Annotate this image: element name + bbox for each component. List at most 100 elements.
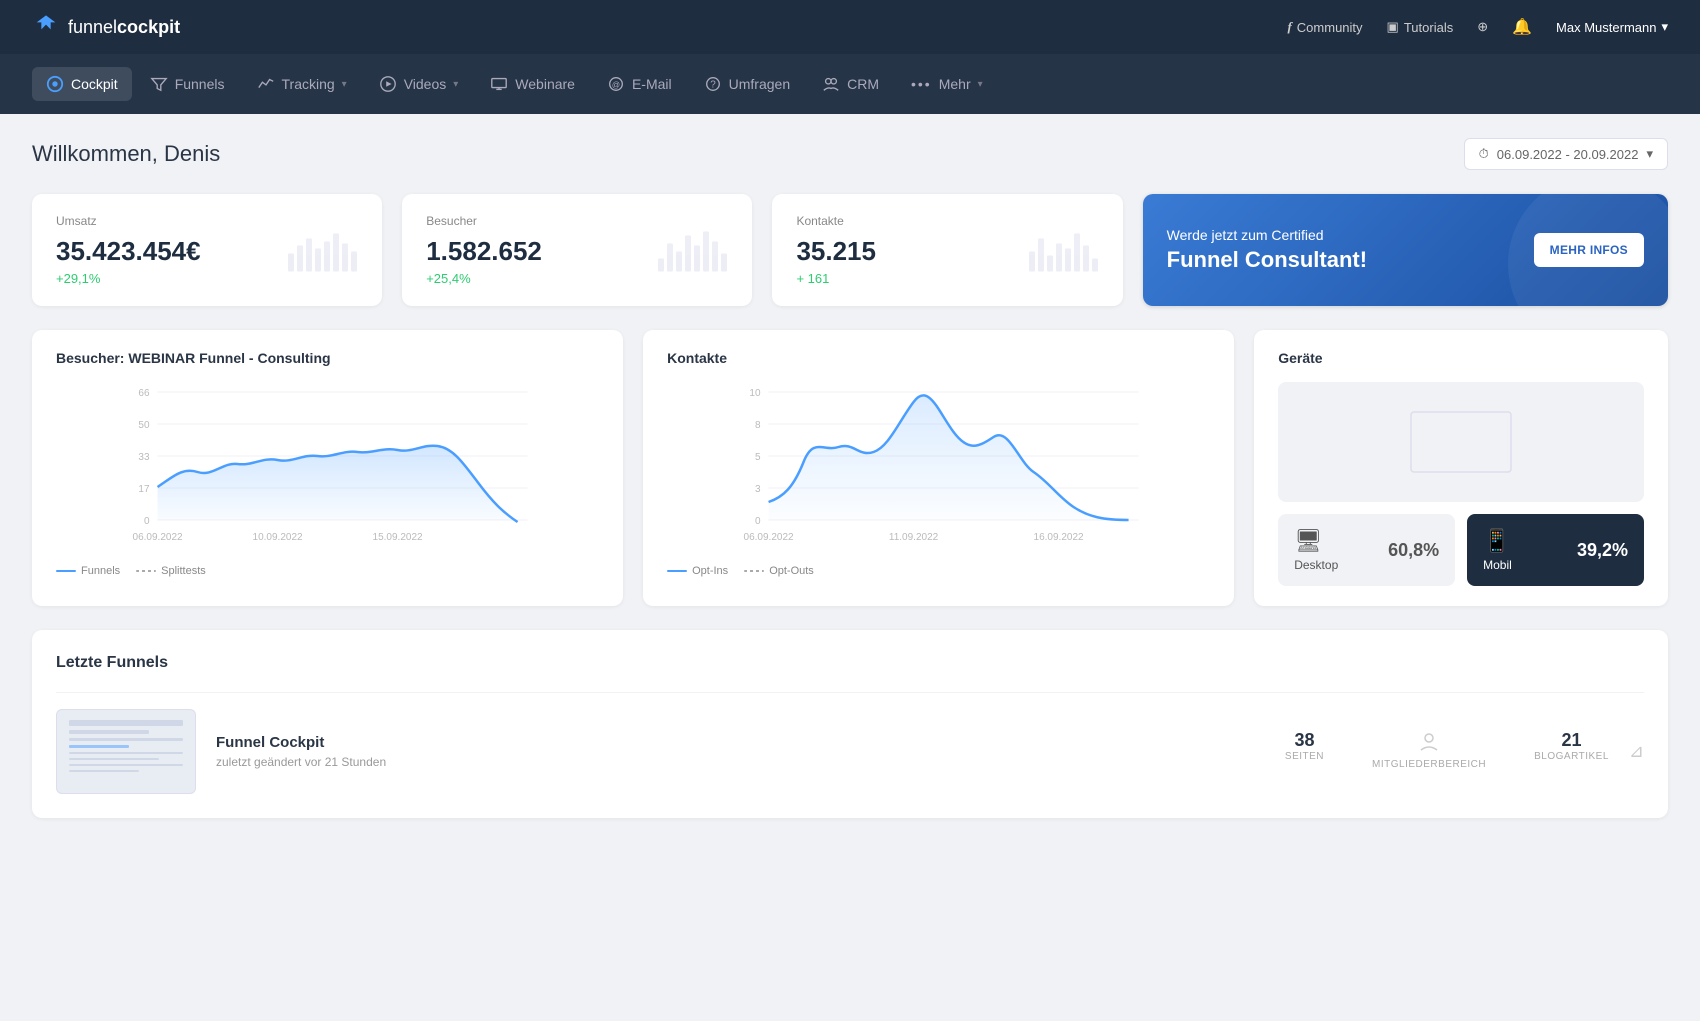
brand-funnel: funnel (68, 17, 117, 37)
visitors-legend: Funnels Splittests (56, 565, 599, 577)
desktop-label: Desktop (1294, 558, 1338, 572)
nav-tracking[interactable]: Tracking ▾ (243, 67, 361, 101)
seiten-label: SEITEN (1285, 751, 1324, 762)
cockpit-icon (46, 75, 64, 93)
webinare-icon (490, 75, 508, 93)
desktop-stat: 🖥 Desktop 60,8% (1278, 514, 1455, 586)
device-chart-placeholder (1278, 382, 1644, 502)
promo-text: Werde jetzt zum Certified Funnel Consult… (1167, 227, 1367, 273)
welcome-heading: Willkommen, Denis (32, 141, 220, 167)
svg-text:10.09.2022: 10.09.2022 (253, 532, 303, 543)
nav-funnels[interactable]: Funnels (136, 67, 239, 101)
welcome-row: Willkommen, Denis ⏱ 06.09.2022 - 20.09.2… (32, 138, 1668, 170)
legend-splittests: Splittests (136, 565, 206, 577)
tracking-chevron-icon: ▾ (342, 79, 347, 90)
filter-icon[interactable]: ⊿ (1629, 741, 1644, 762)
stat-besucher: Besucher 1.582.652 +25,4% (402, 194, 752, 306)
tutorials-link[interactable]: ▣ Tutorials (1387, 19, 1454, 35)
navbar: Cockpit Funnels Tracking ▾ Videos ▾ Webi… (0, 54, 1700, 114)
svg-text:15.09.2022: 15.09.2022 (373, 532, 423, 543)
svg-text:17: 17 (138, 484, 150, 495)
mitglieder-icon (1372, 730, 1486, 759)
nav-crm[interactable]: CRM (808, 67, 893, 101)
nav-mehr[interactable]: ••• Mehr ▾ (897, 68, 997, 100)
funnel-thumb-graphic (61, 712, 191, 792)
svg-text:16.09.2022: 16.09.2022 (1034, 532, 1084, 543)
chart-visitors-card: Besucher: WEBINAR Funnel - Consulting 66… (32, 330, 623, 606)
funnel-stats: 38 SEITEN MITGLIEDERBEREICH 21 BLOGARTIK… (1285, 730, 1609, 774)
blog-label: BLOGARTIKEL (1534, 751, 1609, 762)
svg-text:33: 33 (138, 452, 150, 463)
mobile-stat: 📱 Mobil 39,2% (1467, 514, 1644, 586)
nav-cockpit[interactable]: Cockpit (32, 67, 132, 101)
besucher-sparkline (656, 224, 736, 277)
monitor-icon: ▣ (1387, 19, 1399, 35)
stats-row: Umsatz 35.423.454€ +29,1% Besucher 1.582 (32, 194, 1668, 306)
mobile-icon: 📱 (1483, 528, 1512, 554)
chart-contacts-title: Kontakte (667, 350, 1210, 366)
chart-contacts-card: Kontakte 10 8 5 3 0 (643, 330, 1234, 606)
main-content: Willkommen, Denis ⏱ 06.09.2022 - 20.09.2… (0, 114, 1700, 842)
funnels-icon (150, 75, 168, 93)
mehr-dots-icon: ••• (911, 76, 932, 92)
globe-icon[interactable]: ⊕ (1477, 19, 1488, 35)
date-chevron-icon: ▾ (1646, 146, 1653, 162)
svg-text:50: 50 (138, 420, 150, 431)
svg-text:11.09.2022: 11.09.2022 (889, 532, 939, 543)
facebook-icon: f (1287, 19, 1291, 35)
email-icon: @ (607, 75, 625, 93)
clock-icon: ⏱ (1479, 146, 1489, 162)
svg-text:3: 3 (755, 484, 761, 495)
desktop-icon: 🖥 (1294, 528, 1338, 554)
videos-icon (379, 75, 397, 93)
svg-text:8: 8 (755, 420, 761, 431)
chart-devices-card: Geräte 🖥 Desktop 60,8% (1254, 330, 1668, 606)
contacts-legend: Opt-Ins Opt-Outs (667, 565, 1210, 577)
user-chevron-icon: ▾ (1661, 19, 1668, 35)
visitors-chart: 66 50 33 17 0 06.09.2022 10.09.2022 15.0… (56, 382, 599, 552)
date-range-picker[interactable]: ⏱ 06.09.2022 - 20.09.2022 ▾ (1464, 138, 1668, 170)
svg-text:?: ? (710, 80, 716, 91)
topbar-right: f Community ▣ Tutorials ⊕ 🔔 Max Musterma… (1287, 17, 1668, 37)
funnel-stat-seiten: 38 SEITEN (1285, 730, 1324, 774)
promo-button[interactable]: MEHR INFOS (1534, 233, 1644, 267)
promo-main: Funnel Consultant! (1167, 247, 1367, 273)
legend-funnels: Funnels (56, 565, 120, 577)
bell-icon[interactable]: 🔔 (1512, 17, 1532, 37)
nav-videos[interactable]: Videos ▾ (365, 67, 473, 101)
device-placeholder-graphic (1401, 392, 1521, 492)
nav-webinare[interactable]: Webinare (476, 67, 589, 101)
kontakte-sparkline (1027, 224, 1107, 277)
umfragen-icon: ? (704, 75, 722, 93)
legend-optins-dot (667, 570, 687, 572)
funnel-stat-blog: 21 BLOGARTIKEL (1534, 730, 1609, 774)
legend-optouts: Opt-Outs (744, 565, 814, 577)
charts-row: Besucher: WEBINAR Funnel - Consulting 66… (32, 330, 1668, 606)
last-funnels-title: Letzte Funnels (56, 654, 1644, 672)
devices-title: Geräte (1278, 350, 1644, 366)
mobile-pct: 39,2% (1577, 540, 1628, 561)
funnel-time: zuletzt geändert vor 21 Stunden (216, 755, 1265, 769)
svg-text:0: 0 (144, 516, 150, 527)
community-link[interactable]: f Community (1287, 19, 1362, 35)
logo-icon (32, 13, 60, 41)
funnel-thumbnail (56, 709, 196, 794)
device-buttons: 🖥 Desktop 60,8% 📱 Mobil 39,2% (1278, 514, 1644, 586)
svg-text:@: @ (612, 81, 620, 90)
funnel-row: Funnel Cockpit zuletzt geändert vor 21 S… (56, 692, 1644, 794)
nav-umfragen[interactable]: ? Umfragen (690, 67, 804, 101)
funnel-stat-mitglieder: MITGLIEDERBEREICH (1372, 730, 1486, 774)
seiten-value: 38 (1285, 730, 1324, 751)
desktop-pct: 60,8% (1388, 540, 1439, 561)
nav-email[interactable]: @ E-Mail (593, 67, 686, 101)
funnel-info: Funnel Cockpit zuletzt geändert vor 21 S… (216, 734, 1265, 769)
svg-text:06.09.2022: 06.09.2022 (133, 532, 183, 543)
user-menu[interactable]: Max Mustermann ▾ (1556, 19, 1668, 35)
legend-optins: Opt-Ins (667, 565, 728, 577)
tracking-icon (257, 75, 275, 93)
videos-chevron-icon: ▾ (453, 79, 458, 90)
mehr-chevron-icon: ▾ (978, 79, 983, 90)
logo[interactable]: funnelcockpit (32, 13, 180, 41)
svg-text:0: 0 (755, 516, 761, 527)
crm-icon (822, 75, 840, 93)
